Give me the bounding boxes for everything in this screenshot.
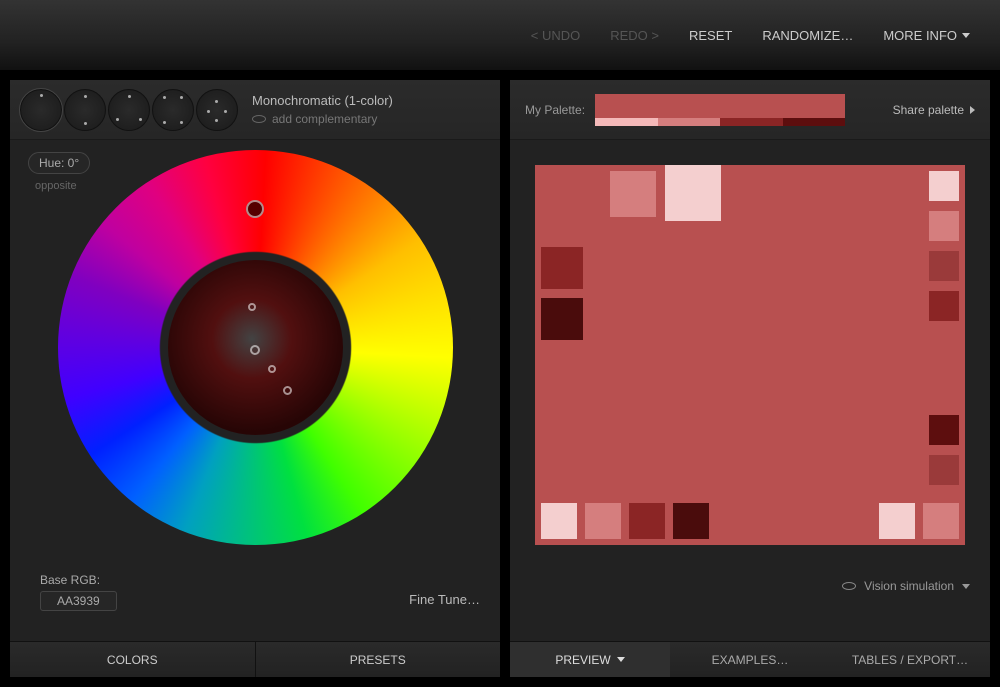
undo-button[interactable]: < UNDO	[531, 28, 580, 43]
fine-tune-button[interactable]: Fine Tune…	[409, 592, 480, 607]
sat-handle-4[interactable]	[283, 386, 292, 395]
tab-presets[interactable]: PRESETS	[256, 642, 501, 677]
hue-handle[interactable]	[246, 200, 264, 218]
main-layout: Monochromatic (1-color) add complementar…	[0, 70, 1000, 687]
chevron-right-icon	[970, 106, 975, 114]
scheme-mode-bar: Monochromatic (1-color) add complementar…	[10, 80, 500, 140]
base-rgb-input[interactable]: AA3939	[40, 591, 117, 611]
swatch	[929, 455, 959, 485]
mode-icon-triad[interactable]	[108, 89, 150, 131]
color-wheel[interactable]	[58, 150, 453, 545]
sat-handle-2[interactable]	[250, 345, 260, 355]
swatch	[541, 503, 577, 539]
swatch	[929, 251, 959, 281]
share-palette-button[interactable]: Share palette	[893, 103, 975, 117]
swatch	[541, 247, 583, 289]
preview-canvas	[535, 165, 965, 545]
palette-bar[interactable]	[595, 94, 845, 126]
palette-label: My Palette:	[525, 103, 585, 117]
more-info-label: MORE INFO	[883, 28, 957, 43]
tab-preview[interactable]: PREVIEW	[510, 642, 670, 677]
mode-icon-custom[interactable]	[196, 89, 238, 131]
swatch	[929, 415, 959, 445]
scheme-title: Monochromatic (1-color)	[252, 93, 393, 108]
mode-icon-tetrad[interactable]	[152, 89, 194, 131]
left-tabs: COLORS PRESETS	[10, 641, 500, 677]
eye-icon	[842, 582, 856, 590]
swatch	[929, 211, 959, 241]
swatch	[929, 171, 959, 201]
swatch	[673, 503, 709, 539]
base-rgb-label: Base RGB:	[40, 573, 117, 587]
palette-header: My Palette: Share palette	[510, 80, 990, 140]
randomize-button[interactable]: RANDOMIZE…	[762, 28, 853, 43]
more-info-button[interactable]: MORE INFO	[883, 28, 970, 43]
chevron-down-icon	[962, 33, 970, 38]
right-panel: My Palette: Share palette	[510, 80, 990, 677]
chevron-down-icon	[962, 584, 970, 589]
left-panel: Monochromatic (1-color) add complementar…	[10, 80, 500, 677]
swatch	[665, 165, 721, 221]
preview-area: Vision simulation	[510, 140, 990, 641]
vision-simulation-button[interactable]: Vision simulation	[842, 579, 970, 593]
sat-handle-3[interactable]	[268, 365, 276, 373]
vision-label: Vision simulation	[864, 579, 954, 593]
swatch	[541, 298, 583, 340]
reset-button[interactable]: RESET	[689, 28, 732, 43]
mode-icon-mono[interactable]	[20, 89, 62, 131]
swatch	[610, 171, 656, 217]
swatch	[929, 291, 959, 321]
mode-icon-complement[interactable]	[64, 89, 106, 131]
swatch	[585, 503, 621, 539]
redo-button[interactable]: REDO >	[610, 28, 659, 43]
tab-preview-label: PREVIEW	[555, 642, 610, 678]
tab-examples[interactable]: EXAMPLES…	[670, 642, 830, 677]
swatch	[879, 503, 915, 539]
add-complementary-toggle[interactable]: add complementary	[252, 112, 393, 126]
color-wheel-area: Hue: 0° opposite Base RGB: AA3939 Fine T…	[10, 140, 500, 641]
swatch	[629, 503, 665, 539]
share-label: Share palette	[893, 103, 964, 117]
toggle-icon	[252, 115, 266, 123]
scheme-subtitle: add complementary	[272, 112, 377, 126]
swatch	[923, 503, 959, 539]
tab-colors[interactable]: COLORS	[10, 642, 256, 677]
base-rgb-section: Base RGB: AA3939	[40, 573, 117, 611]
top-toolbar: < UNDO REDO > RESET RANDOMIZE… MORE INFO	[0, 0, 1000, 70]
sat-handle-1[interactable]	[248, 303, 256, 311]
right-tabs: PREVIEW EXAMPLES… TABLES / EXPORT…	[510, 641, 990, 677]
tab-tables-export[interactable]: TABLES / EXPORT…	[830, 642, 990, 677]
chevron-down-icon	[617, 657, 625, 662]
